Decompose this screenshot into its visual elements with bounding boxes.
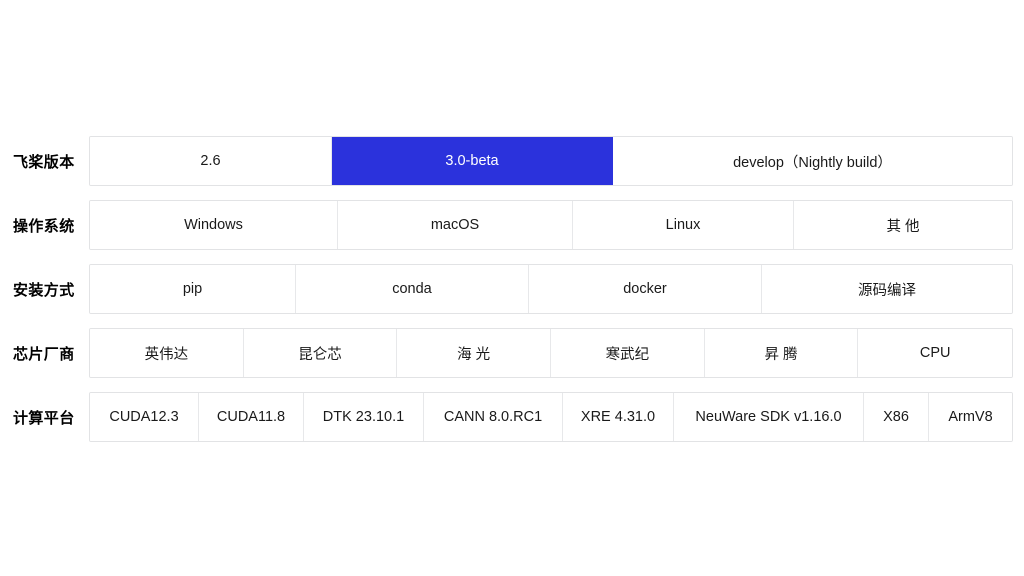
option-platform-x86[interactable]: X86 bbox=[864, 393, 929, 441]
option-row-compute-platform: 计算平台 CUDA12.3 CUDA11.8 DTK 23.10.1 CANN … bbox=[0, 392, 1024, 442]
row-label-install-method: 安装方式 bbox=[13, 281, 75, 299]
option-install-docker[interactable]: docker bbox=[529, 265, 762, 313]
option-row-paddle-version: 飞桨版本 2.6 3.0-beta develop（Nightly build） bbox=[0, 136, 1024, 186]
option-paddle-version-2-6[interactable]: 2.6 bbox=[90, 137, 332, 185]
option-vendor-nvidia[interactable]: 英伟达 bbox=[90, 329, 244, 377]
option-group-paddle-version: 2.6 3.0-beta develop（Nightly build） bbox=[89, 136, 1013, 186]
option-platform-dtk[interactable]: DTK 23.10.1 bbox=[304, 393, 424, 441]
option-paddle-version-develop[interactable]: develop（Nightly build） bbox=[613, 137, 1012, 185]
option-os-other[interactable]: 其 他 bbox=[794, 201, 1012, 249]
row-label-paddle-version: 飞桨版本 bbox=[13, 153, 75, 171]
option-os-windows[interactable]: Windows bbox=[90, 201, 338, 249]
option-group-install-method: pip conda docker 源码编译 bbox=[89, 264, 1013, 314]
option-vendor-kunlunxin[interactable]: 昆仑芯 bbox=[243, 329, 398, 377]
row-label-compute-platform: 计算平台 bbox=[13, 409, 75, 427]
option-vendor-cambricon[interactable]: 寒武纪 bbox=[551, 329, 705, 377]
option-vendor-cpu[interactable]: CPU bbox=[858, 329, 1012, 377]
option-os-macos[interactable]: macOS bbox=[338, 201, 573, 249]
option-platform-armv8[interactable]: ArmV8 bbox=[929, 393, 1012, 441]
option-paddle-version-3-0-beta[interactable]: 3.0-beta bbox=[332, 137, 613, 185]
option-install-conda[interactable]: conda bbox=[296, 265, 529, 313]
row-label-chip-vendor: 芯片厂商 bbox=[13, 345, 75, 363]
option-row-operating-system: 操作系统 Windows macOS Linux 其 他 bbox=[0, 200, 1024, 250]
option-group-chip-vendor: 英伟达 昆仑芯 海 光 寒武纪 昇 腾 CPU bbox=[89, 328, 1013, 378]
option-row-install-method: 安装方式 pip conda docker 源码编译 bbox=[0, 264, 1024, 314]
option-group-operating-system: Windows macOS Linux 其 他 bbox=[89, 200, 1013, 250]
option-vendor-ascend[interactable]: 昇 腾 bbox=[704, 329, 859, 377]
option-platform-cann[interactable]: CANN 8.0.RC1 bbox=[424, 393, 563, 441]
install-option-selector: 飞桨版本 2.6 3.0-beta develop（Nightly build）… bbox=[0, 136, 1024, 442]
option-platform-neuware[interactable]: NeuWare SDK v1.16.0 bbox=[674, 393, 864, 441]
option-group-compute-platform: CUDA12.3 CUDA11.8 DTK 23.10.1 CANN 8.0.R… bbox=[89, 392, 1013, 442]
row-label-operating-system: 操作系统 bbox=[13, 217, 75, 235]
option-row-chip-vendor: 芯片厂商 英伟达 昆仑芯 海 光 寒武纪 昇 腾 CPU bbox=[0, 328, 1024, 378]
option-platform-cuda12-3[interactable]: CUDA12.3 bbox=[90, 393, 199, 441]
option-install-pip[interactable]: pip bbox=[90, 265, 296, 313]
option-platform-xre[interactable]: XRE 4.31.0 bbox=[563, 393, 674, 441]
option-os-linux[interactable]: Linux bbox=[573, 201, 794, 249]
option-vendor-hygon[interactable]: 海 光 bbox=[397, 329, 552, 377]
option-platform-cuda11-8[interactable]: CUDA11.8 bbox=[199, 393, 304, 441]
option-install-source-build[interactable]: 源码编译 bbox=[762, 265, 1012, 313]
